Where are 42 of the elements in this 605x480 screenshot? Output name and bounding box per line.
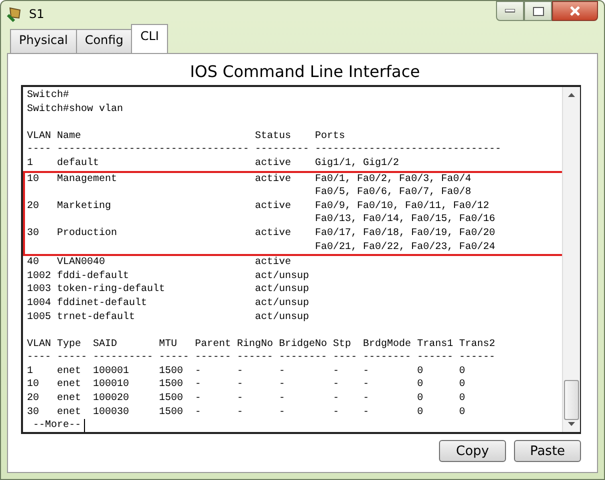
terminal-line: 1004 fddinet-default act/unsup [27,296,310,310]
terminal-line: 20 Marketing active Fa0/9, Fa0/10, Fa0/11, Fa0/12 [27,200,490,214]
tab[interactable]: CLI [131,24,168,53]
action-button[interactable]: Copy [439,440,506,462]
minimize-icon [505,9,515,13]
close-button[interactable] [552,1,598,21]
terminal-line: VLAN Name Status Ports [27,130,346,144]
terminal-line: Fa0/21, Fa0/22, Fa0/23, Fa0/24 [314,240,496,254]
terminal-line: 1 default active Gig1/1, Gig1/2 [27,156,400,171]
maximize-icon [532,6,544,16]
terminal-line: 30 Production active Fa0/17, Fa0/18, Fa0/19, Fa0/20 [27,226,496,241]
terminal-line: 1003 token-ring-default act/unsup [27,283,310,297]
switch-icon [7,6,23,22]
maximize-button[interactable] [524,1,552,21]
terminal-line: Switch#show vlan [27,102,124,116]
terminal-line: Fa0/13, Fa0/14, Fa0/15, Fa0/16 [314,213,496,227]
terminal-line: 1002 fddi-default act/unsup [27,270,310,284]
terminal-line: ---- ----- ---------- ----- ------ ------ -------- ---- -------- ------ ------ [27,351,496,365]
terminal-line: Fa0/5, Fa0/6, Fa0/7, Fa0/8 [314,186,472,200]
scroll-up-icon[interactable] [568,93,575,97]
close-icon [569,6,581,16]
terminal-line: 10 Management active Fa0/1, Fa0/2, Fa0/3, Fa0/4 [27,172,472,186]
terminal-line: 1 enet 100001 1500 - - - - - 0 0 [27,364,466,378]
terminal-line: 20 enet 100020 1500 - - - - - 0 0 [27,392,466,406]
terminal-line: 1005 trnet-default act/unsup [27,310,310,324]
tab[interactable]: Config [76,29,132,53]
tab[interactable]: Physical [10,29,77,53]
terminal-line: ---- -------------------------------- --------- ------------------------------- [27,143,502,157]
terminal-line: VLAN Type SAID MTU Parent RingNo BridgeNo Stp BrdgMode Trans1 Trans2 [27,338,496,352]
scrollbar[interactable] [562,87,580,432]
terminal-line: 30 enet 100030 1500 - - - - - 0 0 [27,406,466,420]
panel-heading: IOS Command Line Interface [190,62,420,81]
terminal-line: Switch# [27,89,70,103]
terminal-line: 10 enet 100010 1500 - - - - - 0 0 [27,378,466,392]
terminal-line: 40 VLAN0040 active [27,256,292,270]
terminal[interactable] [21,85,581,434]
scroll-down-icon[interactable] [568,422,575,426]
scroll-thumb[interactable] [564,380,579,420]
more-prompt: --More-- [27,419,86,432]
window-title: S1 [29,7,46,21]
action-button[interactable]: Paste [514,440,581,462]
minimize-button[interactable] [496,1,524,21]
